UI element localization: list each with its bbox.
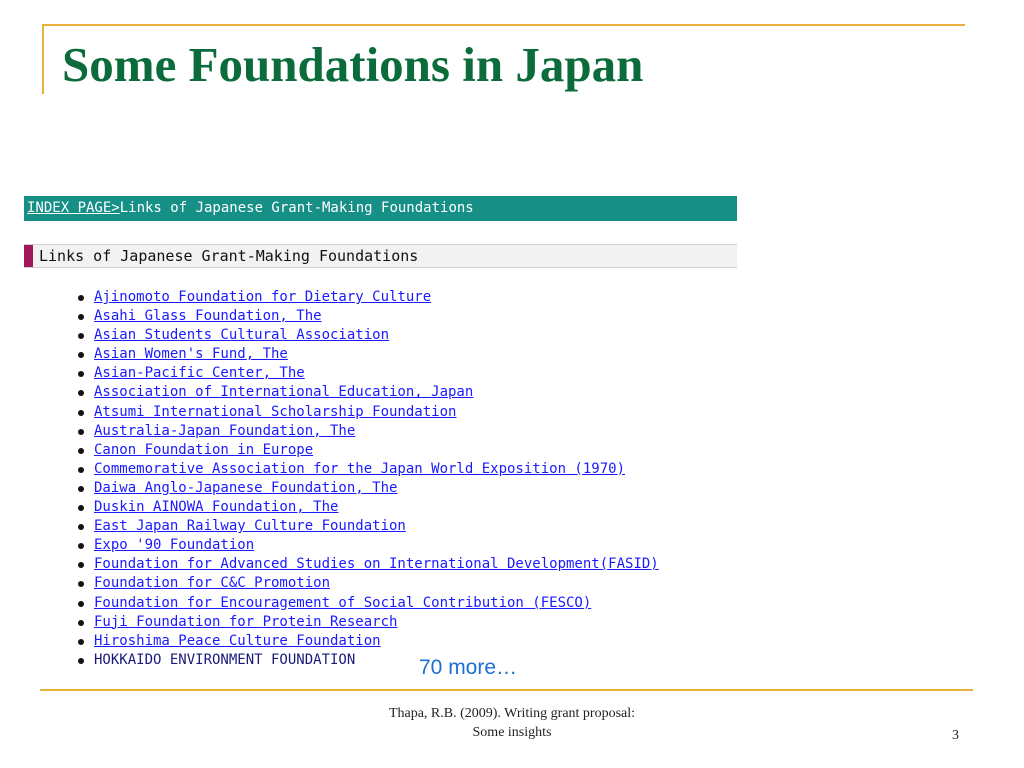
list-item: Daiwa Anglo-Japanese Foundation, The [76, 479, 659, 498]
breadcrumb-index-link[interactable]: INDEX PAGE> [27, 200, 120, 216]
embedded-webpage-screenshot: INDEX PAGE>Links of Japanese Grant-Makin… [24, 196, 737, 674]
list-item: Asian-Pacific Center, The [76, 364, 659, 383]
frame-bottom-line [40, 689, 973, 691]
list-item: Foundation for Encouragement of Social C… [76, 594, 659, 613]
foundation-link[interactable]: Association of International Education, … [94, 384, 473, 400]
list-item: Association of International Education, … [76, 383, 659, 402]
heading-marker [24, 245, 33, 267]
bullet-icon [78, 562, 84, 569]
list-item: Ajinomoto Foundation for Dietary Culture [76, 288, 659, 307]
bullet-icon [78, 409, 84, 416]
footer-citation: Thapa, R.B. (2009). Writing grant propos… [300, 704, 724, 742]
bullet-icon [78, 333, 84, 340]
bullet-icon [78, 352, 84, 359]
list-item: Expo '90 Foundation [76, 536, 659, 555]
list-item: Fuji Foundation for Protein Research [76, 613, 659, 632]
frame-top-line [42, 24, 965, 26]
bullet-icon [78, 485, 84, 492]
citation-line-1: Thapa, R.B. (2009). Writing grant propos… [388, 706, 636, 721]
foundation-link[interactable]: Hiroshima Peace Culture Foundation [94, 633, 381, 649]
list-item: Atsumi International Scholarship Foundat… [76, 403, 659, 422]
section-heading: Links of Japanese Grant-Making Foundatio… [24, 244, 737, 268]
frame-left-line [42, 24, 44, 94]
bullet-icon [78, 390, 84, 397]
foundation-link[interactable]: Expo '90 Foundation [94, 537, 254, 553]
section-heading-text: Links of Japanese Grant-Making Foundatio… [39, 247, 419, 265]
list-item: Commemorative Association for the Japan … [76, 460, 659, 479]
bullet-icon [78, 428, 84, 435]
bullet-icon [78, 295, 84, 301]
page-number: 3 [952, 728, 959, 743]
list-item: Asahi Glass Foundation, The [76, 307, 659, 326]
bullet-icon [78, 466, 84, 473]
bullet-icon [78, 619, 84, 626]
foundation-link[interactable]: Asian-Pacific Center, The [94, 365, 305, 381]
foundation-link[interactable]: HOKKAIDO ENVIRONMENT FOUNDATION [94, 652, 355, 668]
foundation-link[interactable]: Asahi Glass Foundation, The [94, 308, 322, 324]
bullet-icon [78, 505, 84, 512]
bullet-icon [78, 638, 84, 645]
list-item: HOKKAIDO ENVIRONMENT FOUNDATION [76, 651, 659, 670]
list-item: Asian Women's Fund, The [76, 345, 659, 364]
bullet-icon [78, 543, 84, 550]
list-item: East Japan Railway Culture Foundation [76, 517, 659, 536]
list-item: Foundation for C&C Promotion [76, 574, 659, 593]
bullet-icon [78, 524, 84, 531]
foundation-link[interactable]: Foundation for Encouragement of Social C… [94, 595, 591, 611]
bullet-icon [78, 581, 84, 588]
list-item: Canon Foundation in Europe [76, 441, 659, 460]
foundation-link[interactable]: Duskin AINOWA Foundation, The [94, 499, 338, 515]
foundation-link[interactable]: Foundation for C&C Promotion [94, 575, 330, 591]
foundation-link[interactable]: Canon Foundation in Europe [94, 442, 313, 458]
foundation-link[interactable]: East Japan Railway Culture Foundation [94, 518, 406, 534]
breadcrumb-current: Links of Japanese Grant-Making Foundatio… [119, 200, 474, 216]
bullet-icon [78, 314, 84, 321]
bullet-icon [78, 657, 84, 664]
foundation-link[interactable]: Asian Women's Fund, The [94, 346, 288, 362]
list-item: Asian Students Cultural Association [76, 326, 659, 345]
citation-line-2: Some insights [472, 725, 552, 740]
more-links-note: 70 more… [419, 656, 518, 679]
foundation-link[interactable]: Daiwa Anglo-Japanese Foundation, The [94, 480, 397, 496]
breadcrumb: INDEX PAGE>Links of Japanese Grant-Makin… [24, 196, 737, 221]
foundation-link[interactable]: Asian Students Cultural Association [94, 327, 389, 343]
bullet-icon [78, 371, 84, 378]
foundation-link[interactable]: Foundation for Advanced Studies on Inter… [94, 556, 659, 572]
list-item: Foundation for Advanced Studies on Inter… [76, 555, 659, 574]
slide-title: Some Foundations in Japan [62, 37, 644, 92]
slide: Some Foundations in Japan INDEX PAGE>Lin… [0, 0, 1024, 768]
foundation-link[interactable]: Commemorative Association for the Japan … [94, 461, 625, 477]
foundation-link[interactable]: Ajinomoto Foundation for Dietary Culture [94, 289, 431, 305]
list-item: Duskin AINOWA Foundation, The [76, 498, 659, 517]
foundation-link[interactable]: Fuji Foundation for Protein Research [94, 614, 397, 630]
foundation-link[interactable]: Atsumi International Scholarship Foundat… [94, 404, 456, 420]
bullet-icon [78, 447, 84, 454]
foundation-link[interactable]: Australia-Japan Foundation, The [94, 423, 355, 439]
list-item: Australia-Japan Foundation, The [76, 422, 659, 441]
list-item: Hiroshima Peace Culture Foundation [76, 632, 659, 651]
foundation-link-list: Ajinomoto Foundation for Dietary Culture… [76, 288, 659, 670]
bullet-icon [78, 600, 84, 607]
